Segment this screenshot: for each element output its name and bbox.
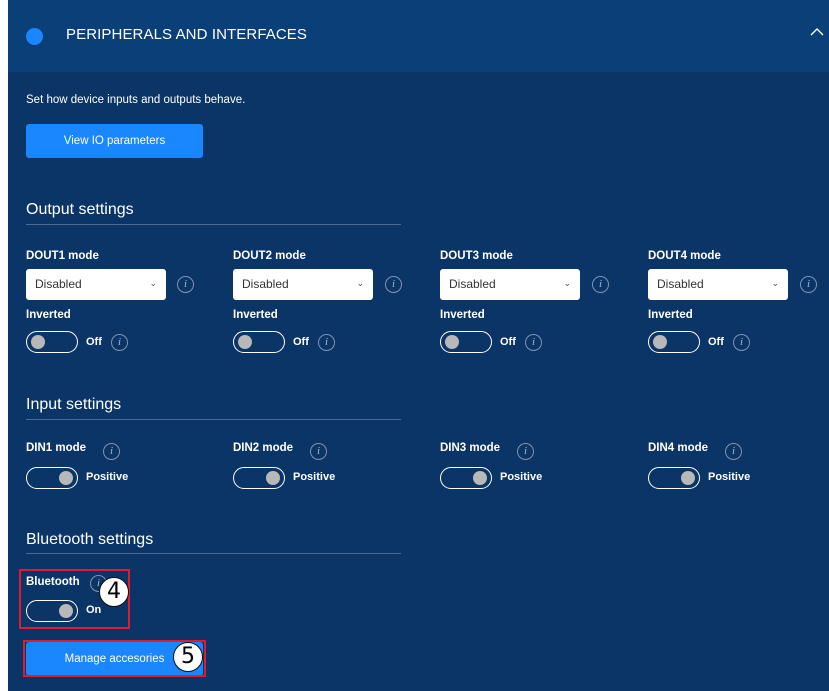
callout-marker-5: 5 xyxy=(173,642,203,672)
dout4-mode-select[interactable]: Disabled ⌄ xyxy=(648,269,788,300)
select-value: Disabled xyxy=(35,277,82,291)
toggle-knob xyxy=(31,334,45,349)
dout3-mode-label: DOUT3 mode xyxy=(440,250,513,262)
toggle-knob xyxy=(238,334,252,349)
toggle-knob xyxy=(266,470,280,485)
din1-mode-state: Positive xyxy=(86,471,129,483)
din3-mode-toggle[interactable] xyxy=(440,467,492,489)
din2-mode-toggle[interactable] xyxy=(233,467,285,489)
din3-mode-state: Positive xyxy=(500,471,543,483)
chevron-up-icon[interactable] xyxy=(809,24,825,40)
dout2-mode-label: DOUT2 mode xyxy=(233,250,306,262)
din4-mode-toggle[interactable] xyxy=(648,467,700,489)
din2-mode-label: DIN2 mode xyxy=(233,442,294,454)
chevron-down-icon: ⌄ xyxy=(149,278,157,288)
dout1-inverted-toggle[interactable] xyxy=(26,331,78,353)
info-icon[interactable]: i xyxy=(517,443,534,460)
dout2-inverted-state: Off xyxy=(293,336,309,348)
din4-mode-label: DIN4 mode xyxy=(648,442,709,454)
callout-marker-4: 4 xyxy=(99,577,129,607)
info-icon[interactable]: i xyxy=(725,443,742,460)
dout4-inverted-state: Off xyxy=(708,336,724,348)
dout1-inverted-label: Inverted xyxy=(26,309,71,321)
info-icon[interactable]: i xyxy=(103,443,120,460)
info-icon[interactable]: i xyxy=(177,276,194,293)
chevron-down-icon: ⌄ xyxy=(563,278,571,288)
din2-mode-state: Positive xyxy=(293,471,336,483)
section-divider xyxy=(26,553,401,554)
dout4-mode-label: DOUT4 mode xyxy=(648,250,721,262)
info-icon[interactable]: i xyxy=(310,443,327,460)
peripherals-panel: PERIPHERALS AND INTERFACES Set how devic… xyxy=(8,0,829,691)
toggle-knob xyxy=(473,470,487,485)
info-icon[interactable]: i xyxy=(800,276,817,293)
select-value: Disabled xyxy=(242,277,289,291)
info-icon[interactable]: i xyxy=(592,276,609,293)
dout1-mode-label: DOUT1 mode xyxy=(26,250,99,262)
info-icon[interactable]: i xyxy=(733,334,750,351)
chevron-down-icon: ⌄ xyxy=(356,278,364,288)
output-settings-title: Output settings xyxy=(26,201,134,218)
select-value: Disabled xyxy=(449,277,496,291)
panel-header[interactable]: PERIPHERALS AND INTERFACES xyxy=(8,0,829,72)
chevron-down-icon: ⌄ xyxy=(771,278,779,288)
dout3-inverted-state: Off xyxy=(500,336,516,348)
panel-title: PERIPHERALS AND INTERFACES xyxy=(66,26,307,43)
dout1-mode-select[interactable]: Disabled ⌄ xyxy=(26,269,166,300)
dout4-inverted-label: Inverted xyxy=(648,309,693,321)
info-icon[interactable]: i xyxy=(111,334,128,351)
dout2-inverted-toggle[interactable] xyxy=(233,331,285,353)
dout4-inverted-toggle[interactable] xyxy=(648,331,700,353)
dout3-mode-select[interactable]: Disabled ⌄ xyxy=(440,269,580,300)
status-dot-icon xyxy=(26,28,43,45)
din3-mode-label: DIN3 mode xyxy=(440,442,501,454)
dout2-mode-select[interactable]: Disabled ⌄ xyxy=(233,269,373,300)
dout3-inverted-toggle[interactable] xyxy=(440,331,492,353)
dout3-inverted-label: Inverted xyxy=(440,309,485,321)
toggle-knob xyxy=(445,334,459,349)
panel-description: Set how device inputs and outputs behave… xyxy=(26,94,246,106)
input-settings-title: Input settings xyxy=(26,396,122,413)
dout1-inverted-state: Off xyxy=(86,336,102,348)
toggle-knob xyxy=(681,470,695,485)
toggle-knob xyxy=(59,470,73,485)
section-divider xyxy=(26,419,401,420)
view-io-parameters-button[interactable]: View IO parameters xyxy=(26,124,203,158)
bluetooth-settings-title: Bluetooth settings xyxy=(26,531,154,548)
select-value: Disabled xyxy=(657,277,704,291)
info-icon[interactable]: i xyxy=(318,334,335,351)
dout2-inverted-label: Inverted xyxy=(233,309,278,321)
din1-mode-label: DIN1 mode xyxy=(26,442,87,454)
info-icon[interactable]: i xyxy=(525,334,542,351)
din1-mode-toggle[interactable] xyxy=(26,467,78,489)
section-divider xyxy=(26,224,401,225)
toggle-knob xyxy=(653,334,667,349)
din4-mode-state: Positive xyxy=(708,471,751,483)
info-icon[interactable]: i xyxy=(385,276,402,293)
